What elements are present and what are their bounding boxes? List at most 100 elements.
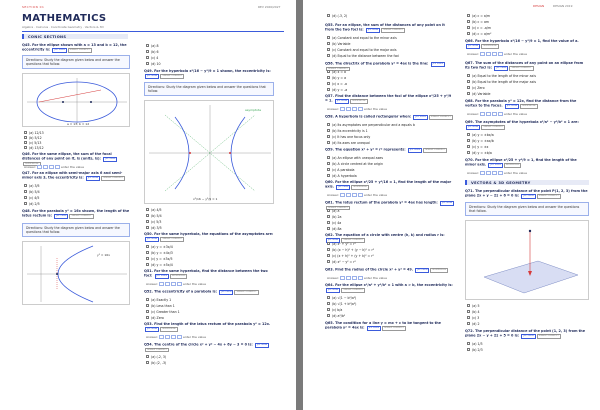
option-c[interactable]: (c) 3 <box>467 316 479 320</box>
page-subtitle: Algebra · Calculus · Coordinate Geometry… <box>22 25 104 29</box>
question-63: Q63. Find the radius of the circle x² + … <box>325 267 449 273</box>
option-c[interactable]: (c) Zero <box>467 86 485 90</box>
option-a[interactable]: (a) 5 <box>467 304 479 308</box>
question-53: Q53. Find the length of the latus rectum… <box>144 322 271 332</box>
option-b[interactable]: (b) y = ±4x/3 <box>146 251 173 255</box>
title-rule <box>22 31 284 32</box>
option-a[interactable]: (a) x = a <box>327 70 346 74</box>
answer-input-70[interactable]: Answer: enter the value <box>467 171 527 175</box>
option-d[interactable]: (d) c = a/m² <box>467 32 491 36</box>
answer-input-46[interactable]: Answer: enter the value <box>24 165 84 169</box>
option-d[interactable]: (d) 3/5 <box>146 226 162 230</box>
option-a[interactable]: (a) y = ±3x/4 <box>146 245 173 249</box>
option-a[interactable]: (a) Equal to the length of the minor axi… <box>467 74 536 78</box>
answer-input-63[interactable]: Answer: enter the value <box>327 276 387 280</box>
option-c[interactable]: (c) y = ±3x/5 <box>146 257 173 261</box>
option-a[interactable]: (a) 8 <box>146 44 158 48</box>
option-b[interactable]: (b) Less than 1 <box>146 304 175 308</box>
plane-3d-diagram <box>465 220 589 300</box>
option-b[interactable]: (b) 5/12 <box>24 136 42 140</box>
option-d[interactable]: (d) y = ±5x/4 <box>146 263 173 267</box>
answer-input-66[interactable]: Answer: enter the value <box>467 52 527 56</box>
question-55: Q55. For an ellipse, the sum of the dist… <box>325 23 445 33</box>
answer-input-60[interactable]: Answer: enter the value <box>327 193 387 197</box>
option-a[interactable]: (a) 1/3 <box>467 342 483 346</box>
option-b[interactable]: (b) 5/4 <box>24 190 40 194</box>
option-b[interactable]: (b) √(1 + b²/a²) <box>327 302 356 306</box>
page-2: DESIGN DESIGN 2019 (d) (-3, 2) Q55. For … <box>303 0 600 410</box>
option-b[interactable]: (b) 4 <box>467 310 480 314</box>
option-d[interactable]: (d) Variable <box>467 92 490 96</box>
option-d[interactable]: (d) Its axes are unequal <box>327 141 370 145</box>
option-b[interactable]: (b) Equal to the length of the major axi… <box>467 80 536 84</box>
option-d[interactable]: (d) (-3, 2) <box>327 14 347 18</box>
option-c[interactable]: (c) x = -a <box>327 82 347 86</box>
option-c[interactable]: (c) (x + h)² + (y + k)² = r² <box>327 254 374 258</box>
option-c[interactable]: (c) c = -a/m <box>467 26 491 30</box>
question-57: Q57. Find the distance between the foci … <box>325 94 452 104</box>
option-c[interactable]: (c) Greater than 1 <box>146 310 180 314</box>
question-51: Q51. For the same hyperbola, find the di… <box>144 269 268 279</box>
option-d[interactable]: (d) y = ±b/a <box>467 151 492 155</box>
option-b[interactable]: (b) A circle centred at the origin <box>327 162 383 166</box>
option-b[interactable]: (b) (x − h)² + (y − k)² = r² <box>327 248 374 252</box>
option-c[interactable]: (c) 4/5 <box>24 196 39 200</box>
option-c[interactable]: (c) y = ±x <box>467 145 488 149</box>
svg-text:y² = 16x: y² = 16x <box>97 253 110 257</box>
option-c[interactable]: (c) b/a <box>327 308 342 312</box>
option-c[interactable]: (c) 5/13 <box>24 141 41 145</box>
option-d[interactable]: (d) Zero <box>146 316 164 320</box>
option-b[interactable]: (b) 2/3 <box>467 348 483 352</box>
option-b[interactable]: (b) y = ±ax/b <box>467 139 494 143</box>
option-b[interactable]: (b) c = am <box>467 20 489 24</box>
option-a[interactable]: (a) (-2, 3) <box>146 355 166 359</box>
option-a[interactable]: (a) An ellipse with unequal axes <box>327 156 383 160</box>
option-d[interactable]: (d) 2/5 <box>24 202 40 206</box>
question-54: Q54. The centre of the circle x² + y² − … <box>144 342 270 353</box>
option-b[interactable]: (b) Variable <box>327 42 350 46</box>
answer-input-51[interactable]: Answer: enter the value <box>146 282 206 286</box>
option-b[interactable]: (b) y = a <box>327 76 346 80</box>
question-72: Q72. The perpendicular distance of the p… <box>465 329 586 339</box>
option-a[interactable]: (a) x² + y² = r² <box>327 242 356 246</box>
option-a[interactable]: (a) c = a/m <box>467 14 490 18</box>
answer-input-53[interactable]: Answer: enter the value <box>146 335 206 339</box>
hyperbola-diagram: asymptote x²/16 − y²/9 = 1 <box>144 100 274 204</box>
option-c[interactable]: (c) It has one focus only <box>327 135 370 139</box>
option-d[interactable]: (d) y = -a <box>327 88 347 92</box>
option-a[interactable]: (a) Constant and equal to the minor axis <box>327 36 397 40</box>
option-c[interactable]: (c) Constant and equal to the major axis <box>327 48 397 52</box>
answer-input-57[interactable]: Answer: enter the value <box>327 107 387 111</box>
option-d[interactable]: (d) A hyperbola <box>327 174 357 178</box>
option-b[interactable]: (b) 6 <box>146 50 159 54</box>
option-a[interactable]: (a) 3/5 <box>24 184 40 188</box>
option-d[interactable]: (d) 10 <box>146 62 161 66</box>
option-c[interactable]: (c) 4 <box>146 56 158 60</box>
option-a[interactable]: (a) Its asymptotes are perpendicular and… <box>327 123 415 127</box>
option-d[interactable]: (d) 8a <box>327 227 342 231</box>
header-link-design-2019[interactable]: DESIGN 2019 <box>553 4 572 8</box>
option-b[interactable]: (b) 2a <box>327 215 342 219</box>
page-title: MATHEMATICS <box>22 13 107 24</box>
option-d[interactable]: (d) 2 <box>467 322 480 326</box>
option-a[interactable]: (a) Exactly 1 <box>146 298 171 302</box>
directions-box: Directions: Study the diagram given belo… <box>465 202 589 216</box>
option-a[interactable]: (a) a <box>327 209 339 213</box>
option-a[interactable]: (a) y = ±bx/a <box>467 133 494 137</box>
option-b[interactable]: (b) Its eccentricity is 1 <box>327 129 368 133</box>
option-d[interactable]: (d) a²/b² <box>327 314 345 318</box>
header-link-design[interactable]: DESIGN <box>533 4 544 8</box>
option-c[interactable]: (c) 4a <box>327 221 341 225</box>
answer-input-68[interactable]: Answer: enter the value <box>467 112 527 116</box>
option-a[interactable]: (a) 12/13 <box>24 131 44 135</box>
option-b[interactable]: (b) 5/4 <box>146 214 162 218</box>
option-c[interactable]: (c) A parabola <box>327 168 355 172</box>
question-49: Q49. For the hyperbola x²/16 − y²/9 = 1 … <box>144 69 271 79</box>
option-a[interactable]: (a) 4/5 <box>146 208 162 212</box>
option-d[interactable]: (d) Equal to the distance between the fo… <box>327 54 399 58</box>
option-d[interactable]: (d) 13/12 <box>24 146 44 150</box>
option-c[interactable]: (c) 5/3 <box>146 220 161 224</box>
option-d[interactable]: (d) x² − y² = r² <box>327 260 356 264</box>
option-a[interactable]: (a) √(1 − b²/a²) <box>327 296 356 300</box>
option-b[interactable]: (b) (2, -3) <box>146 361 166 365</box>
